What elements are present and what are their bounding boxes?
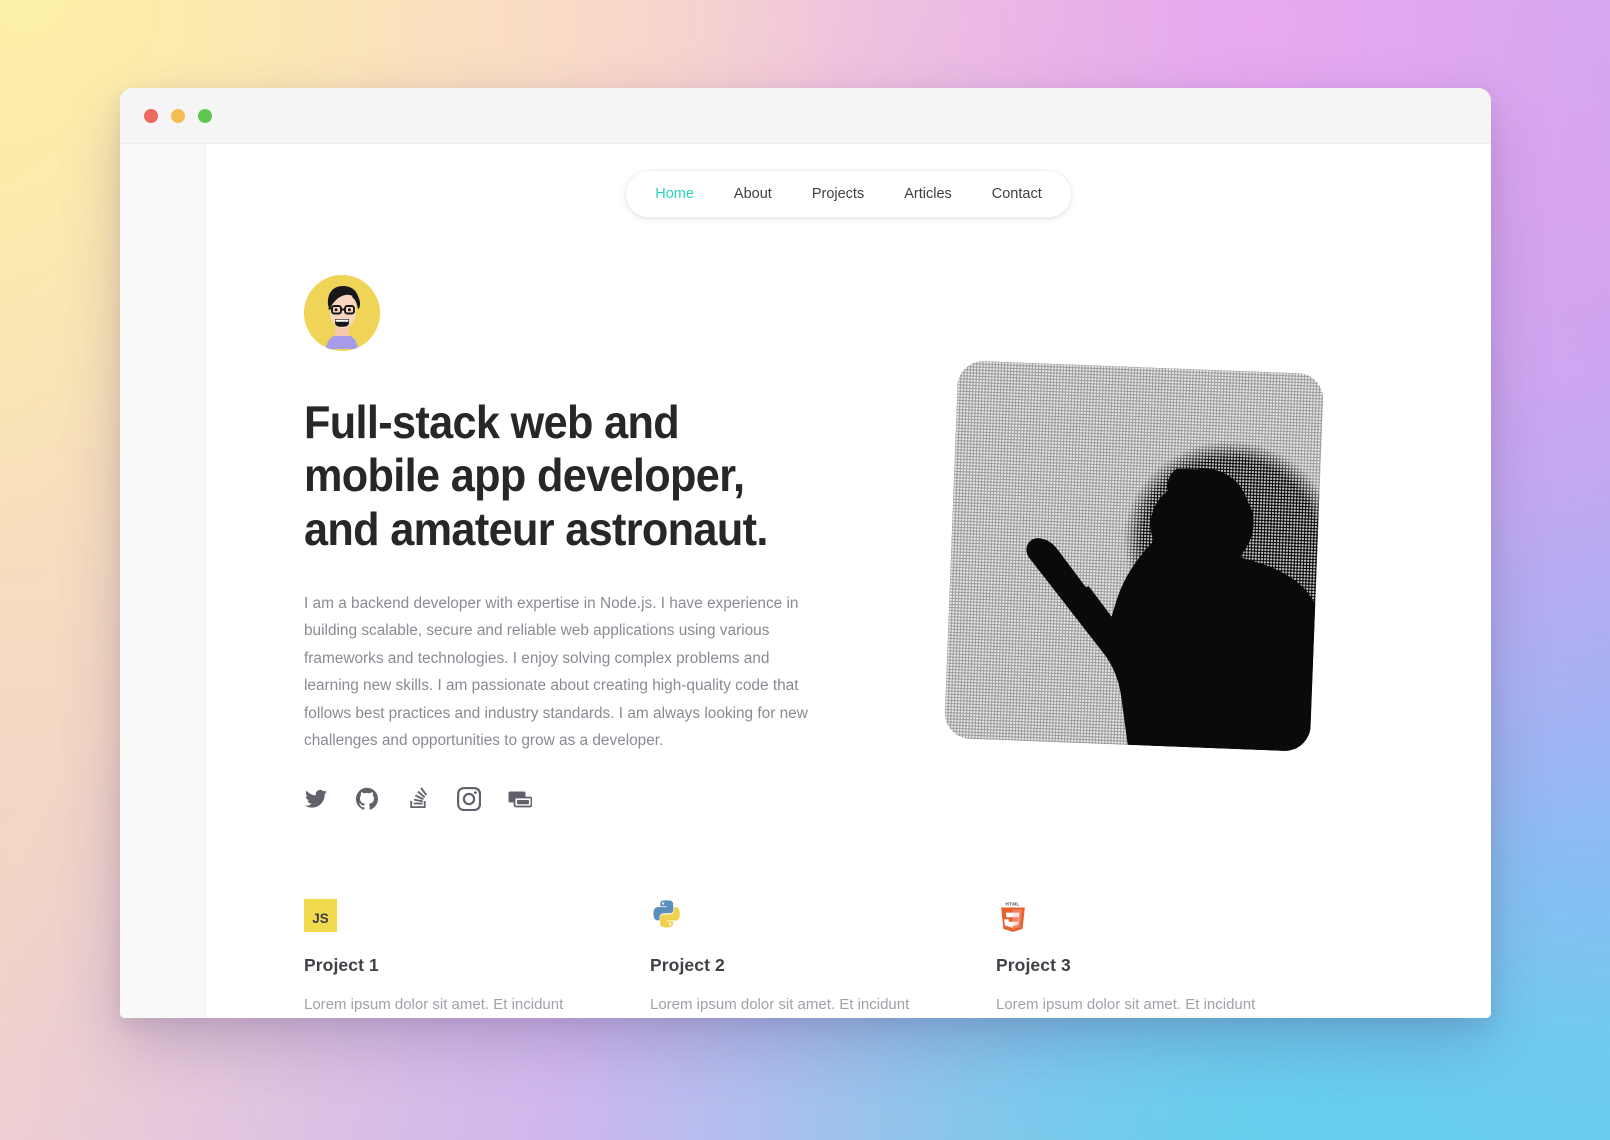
window-titlebar xyxy=(120,88,1491,144)
svg-text:HTML: HTML xyxy=(1006,901,1020,906)
browser-window: Home About Projects Articles Contact Ful… xyxy=(120,88,1491,1018)
avatar-illustration-icon xyxy=(304,275,380,351)
project-title: Project 3 xyxy=(996,954,1071,975)
hero-image-column xyxy=(874,275,1393,811)
minimize-button[interactable] xyxy=(171,108,185,123)
stackoverflow-icon[interactable] xyxy=(406,786,430,811)
primary-navigation: Home About Projects Articles Contact xyxy=(625,170,1072,218)
project-title: Project 1 xyxy=(304,954,379,975)
page-title: Full-stack web and mobile app developer,… xyxy=(304,396,768,555)
hero-bio-text: I am a backend developer with expertise … xyxy=(304,595,808,750)
javascript-icon: JS xyxy=(304,898,337,932)
projects-grid: JS Project 1 Lorem ipsum dolor sit amet.… xyxy=(206,811,1491,1018)
devto-icon[interactable] xyxy=(508,787,532,811)
project-card[interactable]: HTML Project 3 Lorem ipsum dolor sit ame… xyxy=(996,899,1342,1018)
project-card[interactable]: Project 2 Lorem ipsum dolor sit amet. Et… xyxy=(650,899,996,1018)
page-viewport: Home About Projects Articles Contact Ful… xyxy=(206,144,1491,1018)
project-description: Lorem ipsum dolor sit amet. Et incidunt … xyxy=(996,995,1256,1013)
hero-text-column: Full-stack web and mobile app developer,… xyxy=(304,275,834,811)
sidebar-rail xyxy=(120,144,206,1018)
project-description: Lorem ipsum dolor sit amet. Et incidunt … xyxy=(650,995,910,1013)
hero-photo xyxy=(943,360,1324,752)
person-silhouette-icon xyxy=(943,360,1323,752)
window-body: Home About Projects Articles Contact Ful… xyxy=(120,144,1491,1018)
svg-text:JS: JS xyxy=(312,911,329,926)
instagram-icon[interactable] xyxy=(457,786,481,811)
python-icon xyxy=(650,899,683,932)
nav-item-articles[interactable]: Articles xyxy=(887,182,969,206)
social-links xyxy=(304,786,834,811)
close-button[interactable] xyxy=(144,108,158,123)
hero-section: Full-stack web and mobile app developer,… xyxy=(206,218,1491,811)
nav-item-home[interactable]: Home xyxy=(638,182,711,206)
html5-icon: HTML xyxy=(996,899,1029,932)
nav-item-contact[interactable]: Contact xyxy=(975,182,1059,206)
project-description: Lorem ipsum dolor sit amet. Et incidunt … xyxy=(304,995,564,1013)
nav-item-projects[interactable]: Projects xyxy=(795,182,881,206)
github-icon[interactable] xyxy=(355,787,379,811)
avatar[interactable] xyxy=(304,275,380,351)
project-card[interactable]: JS Project 1 Lorem ipsum dolor sit amet.… xyxy=(304,898,650,1018)
nav-item-about[interactable]: About xyxy=(717,182,789,206)
desktop-background: Home About Projects Articles Contact Ful… xyxy=(0,0,1610,1140)
project-title: Project 2 xyxy=(650,954,725,975)
maximize-button[interactable] xyxy=(198,108,212,123)
twitter-icon[interactable] xyxy=(304,787,328,811)
site-header: Home About Projects Articles Contact xyxy=(206,144,1491,218)
